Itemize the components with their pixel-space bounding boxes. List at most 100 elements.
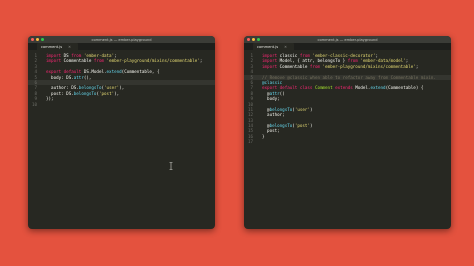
code-token: author;	[262, 112, 285, 118]
minimize-window-button[interactable]	[35, 37, 39, 41]
code-token: import	[46, 53, 64, 58]
code-token: 'ember-data/model'	[360, 58, 406, 64]
code-token: belongsTo	[269, 123, 293, 129]
window-titlebar[interactable]: comment.js — ember-playground	[244, 36, 451, 43]
maximize-window-button[interactable]	[40, 37, 44, 41]
code-token: body;	[262, 96, 280, 102]
tab-label: comment.js	[257, 44, 279, 49]
code-token: extend	[370, 85, 386, 91]
code-token: from	[309, 63, 323, 69]
code-token: extend	[106, 69, 122, 75]
code-token: 'post'	[98, 90, 115, 96]
code-token: 'user'	[104, 85, 120, 91]
close-icon[interactable]: ✕	[284, 45, 287, 49]
code-token: body:	[46, 74, 67, 80]
code-token: 'post'	[294, 123, 310, 129]
line-source: import Commentable from 'ember-playgroun…	[46, 58, 202, 63]
tab-bar: comment.js ✕	[244, 43, 451, 50]
code-token: )	[309, 123, 313, 129]
tab-label: comment.js	[41, 44, 63, 49]
code-token: });	[46, 96, 54, 102]
close-window-button[interactable]	[31, 37, 35, 41]
code-token: attr	[73, 74, 84, 80]
code-token: 'ember-playground/mixins/commentable'	[106, 58, 200, 64]
line-number: 10	[31, 101, 37, 107]
left-editor-window: comment.js — ember-playground comment.js…	[28, 36, 215, 229]
code-token: import	[262, 58, 280, 64]
line-source: post: DS.belongsTo('post'),	[46, 91, 119, 96]
code-token: post;	[262, 128, 280, 134]
code-token: 'ember-classic-decorator'	[312, 53, 376, 58]
code-token: import	[262, 63, 280, 69]
code-token: export default class	[262, 85, 315, 91]
code-token: ;	[375, 53, 378, 58]
code-token: DS.	[71, 85, 79, 91]
code-token: 'ember-playground/mixins/commentable'	[322, 63, 416, 69]
line-source: import Commentable from 'ember-playgroun…	[262, 64, 418, 69]
code-token: 'user'	[294, 106, 310, 112]
code-token: ;	[415, 63, 419, 69]
tab-bar: comment.js ✕	[28, 43, 215, 50]
line-source: }	[262, 134, 265, 139]
code-token: belongsTo	[78, 85, 102, 91]
maximize-window-button[interactable]	[256, 37, 260, 41]
tab-comment-js[interactable]: comment.js ✕	[253, 43, 294, 50]
code-token: from	[93, 58, 107, 64]
tab-comment-js[interactable]: comment.js ✕	[37, 43, 78, 50]
code-line: 17	[244, 139, 451, 144]
right-editor-window: comment.js — ember-playground comment.js…	[244, 36, 451, 229]
code-token: Commentable	[279, 63, 310, 69]
code-token: )	[309, 106, 313, 112]
code-token: ;	[199, 58, 203, 64]
code-token: Model, { attr, belongsTo }	[279, 58, 348, 64]
code-token: // Remove @classic when able to refactor…	[262, 74, 436, 80]
code-token: 'ember-data'	[83, 53, 115, 58]
line-source: // Remove @classic when able to refactor…	[262, 75, 436, 80]
window-controls	[247, 37, 260, 41]
code-line: 10	[28, 102, 215, 107]
close-icon[interactable]: ✕	[68, 45, 71, 49]
code-token: belongsTo	[269, 106, 293, 112]
code-editor[interactable]: 1 import DS from 'ember-data'; 2 import Com…	[28, 53, 215, 229]
code-token: from	[71, 53, 84, 58]
window-titlebar[interactable]: comment.js — ember-playground	[28, 36, 215, 43]
line-source: body: DS.attr(),	[46, 75, 91, 80]
code-token: ;	[405, 58, 409, 64]
code-token: belongsTo	[73, 90, 97, 96]
line-number: 17	[247, 139, 253, 145]
code-token: Model.	[355, 85, 371, 91]
code-token: DS.Model.	[83, 69, 107, 75]
code-token: @	[262, 123, 270, 129]
window-title: comment.js — ember-playground	[91, 37, 152, 42]
code-token: ;	[114, 53, 117, 58]
code-token: }	[262, 133, 265, 139]
minimize-window-button[interactable]	[251, 37, 255, 41]
mouse-ibeam-cursor-icon	[169, 155, 173, 170]
code-token: DS.	[66, 74, 74, 80]
window-controls	[31, 37, 44, 41]
code-token: Comment	[314, 85, 336, 91]
code-token: DS.	[66, 90, 74, 96]
window-title: comment.js — ember-playground	[317, 37, 378, 42]
code-token: from	[299, 53, 313, 58]
code-token: import	[46, 58, 64, 64]
code-token: ),	[119, 85, 125, 91]
code-token: (Commentable) {	[385, 85, 424, 91]
code-token: @	[262, 90, 270, 96]
code-token: classic	[279, 53, 300, 58]
code-editor[interactable]: 1 import classic from 'ember-classic-deco…	[244, 53, 451, 229]
code-token: import	[262, 53, 280, 58]
code-token: @	[262, 106, 270, 112]
code-token: (Commentable, {	[121, 69, 160, 75]
code-token: extends	[335, 85, 356, 91]
code-token: Commentable	[63, 58, 94, 64]
code-token: attr	[269, 90, 280, 96]
close-window-button[interactable]	[247, 37, 251, 41]
code-line: 2 import Commentable from 'ember-playgrou…	[28, 58, 215, 63]
line-source: });	[46, 96, 54, 101]
line-source: export default class Comment extends Mod…	[262, 85, 423, 90]
code-token: ()	[279, 90, 285, 96]
code-token: @classic	[262, 79, 283, 85]
code-token: from	[347, 58, 361, 64]
line-source: body;	[262, 96, 280, 101]
